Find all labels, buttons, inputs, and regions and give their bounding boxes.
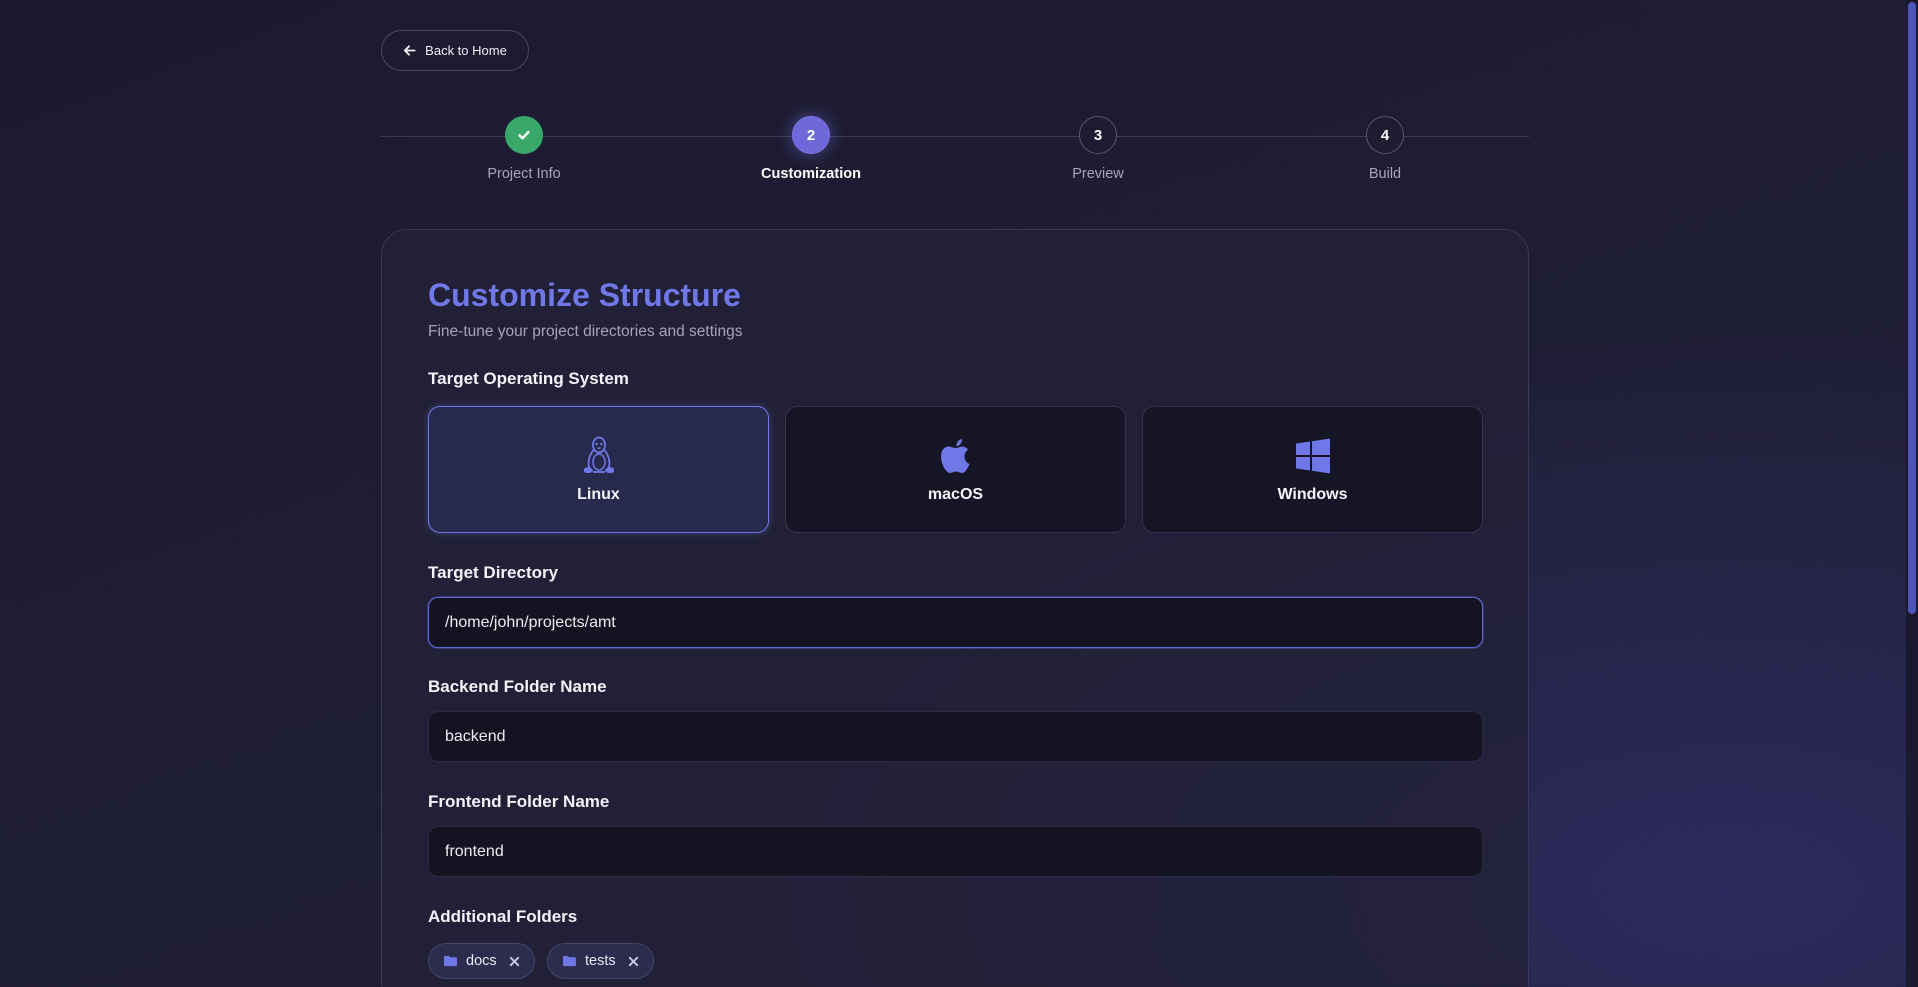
scrollbar-track[interactable] <box>1906 0 1918 987</box>
step-project-info[interactable]: Project Info <box>444 116 604 182</box>
os-name-windows: Windows <box>1277 485 1348 503</box>
os-section-label: Target Operating System <box>428 369 629 388</box>
os-option-linux[interactable]: Linux <box>428 406 769 533</box>
step-build[interactable]: 4 Build <box>1305 116 1465 182</box>
os-option-windows[interactable]: Windows <box>1142 406 1483 533</box>
folder-icon <box>563 955 576 967</box>
folder-icon <box>444 955 457 967</box>
back-to-home-label: Back to Home <box>425 43 507 58</box>
folder-chip-label: docs <box>466 953 497 969</box>
target-directory-input[interactable] <box>428 597 1483 648</box>
step-4-label: Build <box>1368 166 1402 182</box>
step-preview[interactable]: 3 Preview <box>1018 116 1178 182</box>
os-name-macos: macOS <box>927 485 984 503</box>
folder-chip-docs: docs <box>428 943 535 979</box>
additional-folders-label: Additional Folders <box>428 907 578 926</box>
folder-chip-tests: tests <box>547 943 654 979</box>
frontend-folder-input[interactable] <box>428 826 1483 877</box>
step-3-circle: 3 <box>1079 116 1117 154</box>
step-2-label: Customization <box>761 166 861 182</box>
step-4-circle: 4 <box>1366 116 1404 154</box>
remove-icon[interactable] <box>509 956 520 967</box>
target-directory-label: Target Directory <box>428 563 559 582</box>
windows-icon <box>1293 436 1333 476</box>
step-3-label: Preview <box>1072 166 1124 182</box>
step-customization[interactable]: 2 Customization <box>731 116 891 182</box>
os-name-linux: Linux <box>577 485 620 503</box>
folder-chip-label: tests <box>585 953 616 969</box>
backend-folder-input[interactable] <box>428 711 1483 762</box>
os-option-macos[interactable]: macOS <box>785 406 1126 533</box>
backend-folder-label: Backend Folder Name <box>428 677 607 696</box>
remove-icon[interactable] <box>628 956 639 967</box>
step-2-circle: 2 <box>792 116 830 154</box>
arrow-left-icon <box>404 45 416 56</box>
frontend-folder-label: Frontend Folder Name <box>428 792 610 811</box>
progress-stepper: Project Info 2 Customization 3 Preview 4… <box>381 116 1529 186</box>
customize-card: Customize Structure Fine-tune your proje… <box>381 229 1529 987</box>
scrollbar-thumb[interactable] <box>1908 2 1916 614</box>
linux-icon <box>579 436 619 476</box>
page-title: Customize Structure <box>428 277 741 313</box>
back-to-home-button[interactable]: Back to Home <box>381 30 529 71</box>
check-icon <box>518 130 530 140</box>
page-subtitle: Fine-tune your project directories and s… <box>428 323 743 340</box>
step-1-circle <box>505 116 543 154</box>
step-1-label: Project Info <box>487 166 561 182</box>
apple-icon <box>936 436 976 476</box>
